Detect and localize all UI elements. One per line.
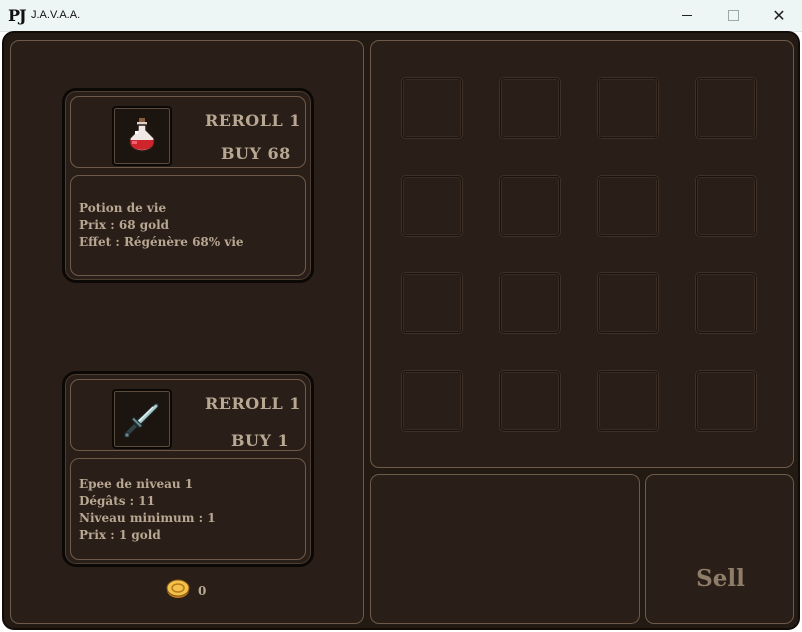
inventory-slot[interactable]	[402, 78, 462, 138]
inventory-slot[interactable]	[598, 78, 658, 138]
item-name: Potion de vie	[79, 201, 167, 215]
item-min-level: Niveau minimum : 1	[79, 511, 216, 525]
maximize-button[interactable]	[710, 0, 756, 31]
item-price: Prix : 1 gold	[79, 528, 161, 542]
inventory-slot[interactable]	[696, 371, 756, 431]
gold-amount: 0	[198, 584, 207, 598]
inventory-slot[interactable]	[402, 371, 462, 431]
inventory-slot[interactable]	[500, 371, 560, 431]
sword-icon	[124, 403, 159, 438]
reroll-button[interactable]: REROLL 1	[205, 394, 301, 413]
inventory-slot[interactable]	[402, 176, 462, 236]
sell-label: Sell	[696, 565, 745, 592]
item-info-panel	[370, 474, 640, 624]
shop-card-header: REROLL 1 BUY 1	[70, 379, 306, 451]
item-slot[interactable]	[112, 106, 172, 166]
close-button[interactable]: ✕	[756, 0, 802, 31]
item-effect: Effet : Régénère 68% vie	[79, 235, 244, 249]
shop-card-header: REROLL 1 BUY 68	[70, 96, 306, 168]
buy-button[interactable]: BUY 68	[221, 144, 291, 163]
maximize-icon	[727, 10, 739, 21]
inventory-slot[interactable]	[598, 371, 658, 431]
inventory-slot[interactable]	[402, 273, 462, 333]
item-damage: Dégâts : 11	[79, 494, 155, 508]
item-price: Prix : 68 gold	[79, 218, 170, 232]
inventory-slot[interactable]	[500, 176, 560, 236]
inventory-slot[interactable]	[598, 273, 658, 333]
shop-card-sword: REROLL 1 BUY 1 Epee de niveau 1 Dégâts :…	[62, 371, 314, 567]
inventory-slot[interactable]	[500, 78, 560, 138]
app-logo: PJ	[8, 6, 27, 25]
inventory-slot[interactable]	[696, 78, 756, 138]
item-name: Epee de niveau 1	[79, 477, 194, 491]
shop-card-potion: REROLL 1 BUY 68 Potion de vie Prix : 68 …	[62, 88, 314, 283]
item-slot[interactable]	[112, 389, 172, 449]
close-icon: ✕	[772, 5, 786, 25]
gold-coin-icon	[166, 579, 190, 598]
window-titlebar: PJ J.A.V.A.A. ✕	[0, 0, 802, 32]
inventory-slot[interactable]	[598, 176, 658, 236]
inventory-slot[interactable]	[696, 176, 756, 236]
inventory-slot[interactable]	[500, 273, 560, 333]
item-description: Potion de vie Prix : 68 gold Effet : Rég…	[70, 175, 306, 276]
minimize-icon	[682, 15, 692, 16]
item-description: Epee de niveau 1 Dégâts : 11 Niveau mini…	[70, 458, 306, 560]
minimize-button[interactable]	[664, 0, 710, 31]
sell-button[interactable]: Sell	[645, 474, 794, 624]
buy-button[interactable]: BUY 1	[231, 431, 289, 450]
red-potion-icon	[129, 118, 155, 152]
inventory-slot[interactable]	[696, 273, 756, 333]
reroll-button[interactable]: REROLL 1	[205, 111, 301, 130]
game-frame: REROLL 1 BUY 68 Potion de vie Prix : 68 …	[2, 31, 800, 630]
window-title: J.A.V.A.A.	[31, 9, 81, 21]
